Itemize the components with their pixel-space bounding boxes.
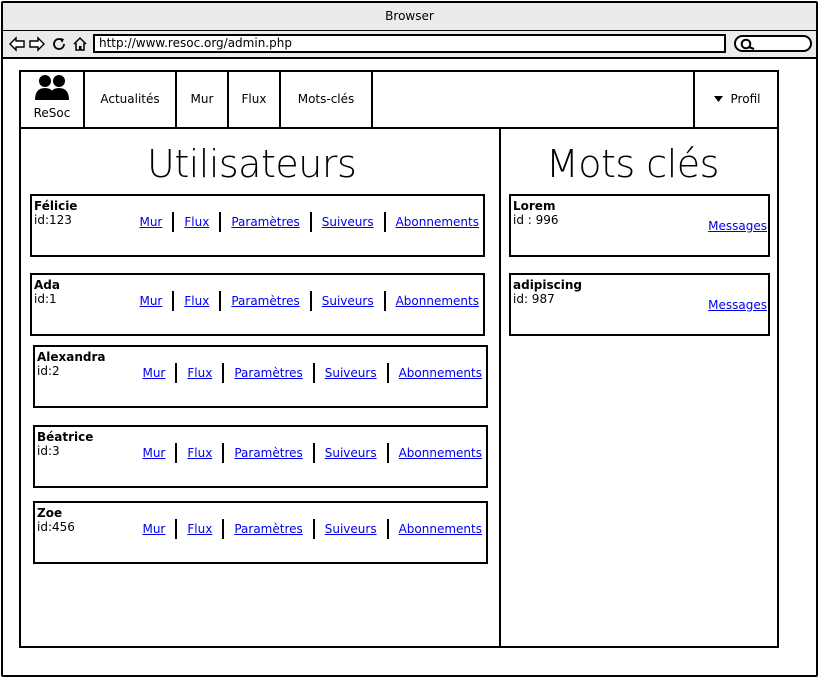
link-separator bbox=[172, 291, 175, 311]
user-link-flux[interactable]: Flux bbox=[187, 446, 212, 460]
caret-down-icon bbox=[713, 96, 723, 102]
user-card: Alexandra id:2 Mur Flux Paramètres Suiveurs Ab… bbox=[33, 345, 488, 408]
users-title: Utilisateurs bbox=[147, 142, 357, 186]
user-link-parametres[interactable]: Paramètres bbox=[234, 366, 302, 380]
keywords-title: Mots clés bbox=[546, 142, 719, 186]
user-link-parametres[interactable]: Paramètres bbox=[234, 522, 302, 536]
user-link-mur[interactable]: Mur bbox=[142, 446, 165, 460]
keyword-messages-link[interactable]: Messages bbox=[708, 298, 767, 312]
user-card: Félicie id:123 Mur Flux Paramètres Suiveurs Ab… bbox=[30, 194, 485, 257]
profile-menu[interactable]: Profil bbox=[693, 72, 779, 127]
user-id: id:1 bbox=[34, 292, 57, 306]
search-icon bbox=[740, 38, 755, 50]
home-icon[interactable] bbox=[71, 35, 89, 53]
url-input[interactable]: http://www.resoc.org/admin.php bbox=[93, 34, 726, 53]
link-separator bbox=[312, 443, 315, 463]
link-separator bbox=[175, 519, 178, 539]
user-link-flux[interactable]: Flux bbox=[187, 522, 212, 536]
link-separator bbox=[383, 291, 386, 311]
browser-window: Browser http://www.resoc.org/admin.php R… bbox=[1, 1, 818, 677]
user-name: Zoe bbox=[37, 506, 63, 520]
window-title: Browser bbox=[3, 3, 816, 31]
user-link-flux[interactable]: Flux bbox=[184, 294, 209, 308]
user-link-suiveurs[interactable]: Suiveurs bbox=[325, 446, 377, 460]
nav-actualites[interactable]: Actualités bbox=[85, 72, 177, 127]
user-link-suiveurs[interactable]: Suiveurs bbox=[322, 215, 374, 229]
nav-mur[interactable]: Mur bbox=[177, 72, 229, 127]
user-id: id:3 bbox=[37, 444, 60, 458]
user-link-suiveurs[interactable]: Suiveurs bbox=[325, 522, 377, 536]
link-separator bbox=[386, 519, 389, 539]
user-link-parametres[interactable]: Paramètres bbox=[234, 446, 302, 460]
user-link-abonnements[interactable]: Abonnements bbox=[396, 294, 479, 308]
user-card: Zoe id:456 Mur Flux Paramètres Suiveurs Abonne… bbox=[33, 501, 488, 564]
user-link-flux[interactable]: Flux bbox=[187, 366, 212, 380]
user-name: Béatrice bbox=[37, 430, 94, 444]
forward-icon[interactable] bbox=[28, 35, 46, 53]
user-name: Ada bbox=[34, 278, 60, 292]
user-link-abonnements[interactable]: Abonnements bbox=[399, 446, 482, 460]
site-header: ReSoc Actualités Mur Flux Mots-clés Prof… bbox=[21, 72, 777, 129]
keyword-card: adipiscing id: 987 Messages bbox=[509, 273, 770, 336]
link-separator bbox=[222, 519, 225, 539]
keyword-card: Lorem id : 996 Messages bbox=[509, 194, 770, 257]
page-content: ReSoc Actualités Mur Flux Mots-clés Prof… bbox=[19, 70, 779, 648]
user-link-abonnements[interactable]: Abonnements bbox=[399, 366, 482, 380]
user-link-suiveurs[interactable]: Suiveurs bbox=[322, 294, 374, 308]
logo-text: ReSoc bbox=[33, 106, 71, 120]
user-link-parametres[interactable]: Paramètres bbox=[231, 215, 299, 229]
user-name: Félicie bbox=[34, 199, 78, 213]
user-link-abonnements[interactable]: Abonnements bbox=[399, 522, 482, 536]
user-id: id:2 bbox=[37, 364, 60, 378]
link-separator bbox=[312, 363, 315, 383]
browser-toolbar: http://www.resoc.org/admin.php bbox=[3, 31, 816, 59]
link-separator bbox=[309, 291, 312, 311]
user-links: Mur Flux Paramètres Suiveurs Abonnements bbox=[142, 363, 482, 383]
user-link-abonnements[interactable]: Abonnements bbox=[396, 215, 479, 229]
link-separator bbox=[309, 212, 312, 232]
link-separator bbox=[386, 363, 389, 383]
column-divider bbox=[499, 129, 501, 648]
link-separator bbox=[312, 519, 315, 539]
link-separator bbox=[222, 443, 225, 463]
user-links: Mur Flux Paramètres Suiveurs Abonnements bbox=[139, 212, 479, 232]
nav-flux[interactable]: Flux bbox=[229, 72, 281, 127]
keyword-name: adipiscing bbox=[513, 278, 583, 292]
nav-mots-cles[interactable]: Mots-clés bbox=[281, 72, 373, 127]
link-separator bbox=[219, 212, 222, 232]
reload-icon[interactable] bbox=[50, 35, 68, 53]
link-separator bbox=[172, 212, 175, 232]
link-separator bbox=[175, 363, 178, 383]
link-separator bbox=[219, 291, 222, 311]
link-separator bbox=[175, 443, 178, 463]
logo[interactable]: ReSoc bbox=[21, 72, 85, 127]
user-link-suiveurs[interactable]: Suiveurs bbox=[325, 366, 377, 380]
user-id: id:123 bbox=[34, 213, 72, 227]
user-id: id:456 bbox=[37, 520, 75, 534]
profile-label: Profil bbox=[730, 92, 761, 106]
keyword-messages-link[interactable]: Messages bbox=[708, 219, 767, 233]
keyword-id: id : 996 bbox=[513, 213, 559, 227]
user-card: Ada id:1 Mur Flux Paramètres Suiveurs Abonneme… bbox=[30, 273, 485, 336]
back-icon[interactable] bbox=[8, 35, 26, 53]
user-card: Béatrice id:3 Mur Flux Paramètres Suiveurs Abo… bbox=[33, 425, 488, 488]
user-link-flux[interactable]: Flux bbox=[184, 215, 209, 229]
link-separator bbox=[386, 443, 389, 463]
user-links: Mur Flux Paramètres Suiveurs Abonnements bbox=[142, 443, 482, 463]
user-link-mur[interactable]: Mur bbox=[142, 366, 165, 380]
link-separator bbox=[383, 212, 386, 232]
user-link-mur[interactable]: Mur bbox=[139, 294, 162, 308]
user-link-mur[interactable]: Mur bbox=[139, 215, 162, 229]
users-icon bbox=[35, 75, 69, 100]
keyword-name: Lorem bbox=[513, 199, 556, 213]
user-link-parametres[interactable]: Paramètres bbox=[231, 294, 299, 308]
keyword-id: id: 987 bbox=[513, 292, 555, 306]
search-input[interactable] bbox=[734, 35, 812, 52]
user-links: Mur Flux Paramètres Suiveurs Abonnements bbox=[142, 519, 482, 539]
user-link-mur[interactable]: Mur bbox=[142, 522, 165, 536]
user-name: Alexandra bbox=[37, 350, 106, 364]
user-links: Mur Flux Paramètres Suiveurs Abonnements bbox=[139, 291, 479, 311]
link-separator bbox=[222, 363, 225, 383]
